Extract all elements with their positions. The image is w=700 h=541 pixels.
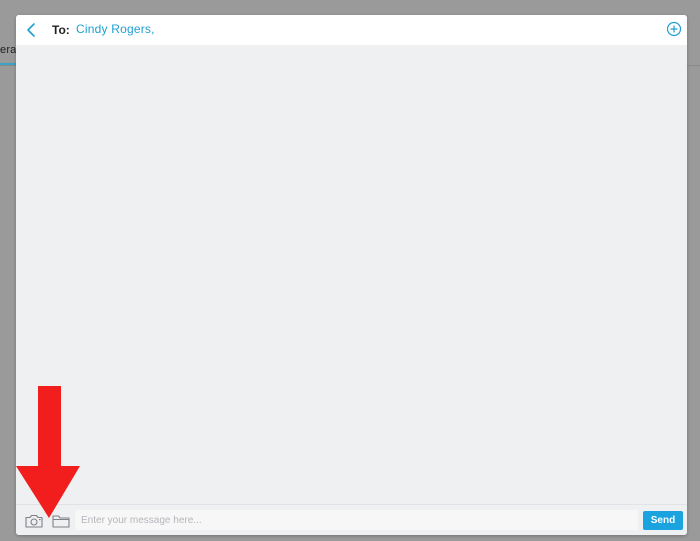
add-recipient-button[interactable] [666, 21, 682, 37]
compose-bar: Send [16, 504, 687, 535]
folder-icon [52, 515, 70, 528]
attach-file-button[interactable] [52, 513, 70, 529]
send-button[interactable]: Send [643, 511, 683, 530]
background-tab-label: erac [0, 44, 16, 56]
to-label: To: [52, 23, 70, 37]
back-button[interactable] [22, 20, 42, 40]
recipient-name[interactable]: Cindy Rogers, [76, 22, 155, 36]
plus-circle-icon [666, 21, 682, 37]
camera-icon [25, 514, 43, 528]
new-message-modal: To: Cindy Rogers, Send [16, 15, 687, 535]
message-thread-area [16, 45, 687, 504]
chevron-left-icon [27, 23, 35, 37]
message-header: To: Cindy Rogers, [16, 15, 687, 45]
message-input[interactable] [75, 510, 638, 530]
attach-photo-button[interactable] [24, 513, 44, 529]
